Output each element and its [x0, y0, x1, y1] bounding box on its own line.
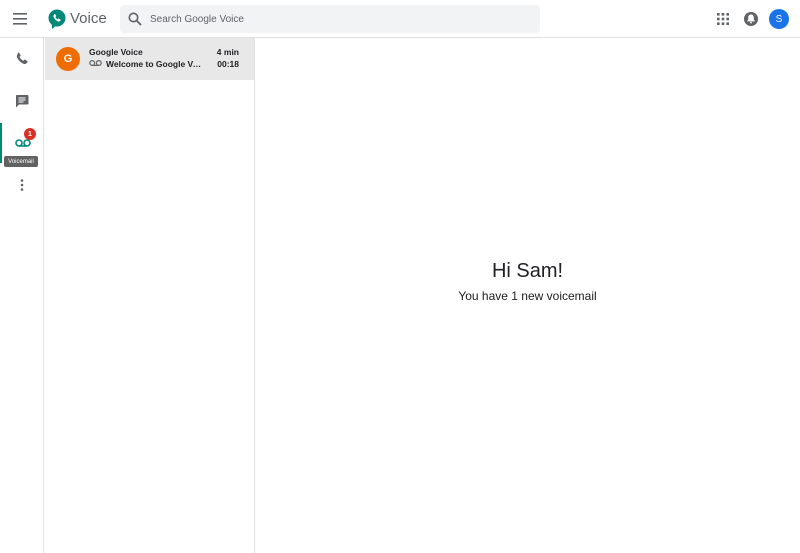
contact-avatar: G — [56, 47, 80, 71]
voicemail-duration: 00:18 — [217, 59, 239, 69]
search-bar[interactable] — [120, 5, 540, 33]
navigation-rail: 1 — [0, 38, 44, 553]
voicemail-summary: You have 1 new voicemail — [458, 289, 597, 303]
list-item[interactable]: G Google Voice 4 min Welcome to Google V… — [45, 38, 254, 80]
apps-grid-icon[interactable] — [716, 12, 730, 26]
voicemail-icon — [89, 59, 102, 67]
message-preview: Welcome to Google Voice — [106, 59, 206, 69]
top-app-bar: Voice S — [0, 0, 800, 38]
voice-logo-icon[interactable] — [48, 9, 66, 29]
phone-icon — [16, 52, 28, 65]
nav-messages[interactable] — [0, 81, 44, 121]
search-input[interactable] — [150, 5, 530, 33]
contact-name: Google Voice — [89, 47, 143, 57]
message-icon — [16, 95, 29, 108]
voicemail-unread-badge: 1 — [24, 128, 36, 140]
main-content: Hi Sam! You have 1 new voicemail — [255, 38, 800, 553]
search-icon — [128, 12, 142, 26]
more-vert-icon — [20, 179, 24, 191]
voicemail-list: G Google Voice 4 min Welcome to Google V… — [45, 38, 255, 553]
nav-calls[interactable] — [0, 39, 44, 79]
notifications-icon[interactable] — [743, 11, 759, 27]
greeting-heading: Hi Sam! — [491, 260, 564, 282]
voicemail-tooltip: Voicemail — [4, 156, 38, 167]
item-timestamp: 4 min — [216, 47, 239, 57]
account-avatar[interactable]: S — [769, 9, 789, 29]
app-title: Voice — [70, 10, 107, 27]
main-menu-button[interactable] — [8, 7, 32, 31]
nav-more[interactable] — [0, 165, 44, 205]
menu-icon — [13, 13, 27, 25]
